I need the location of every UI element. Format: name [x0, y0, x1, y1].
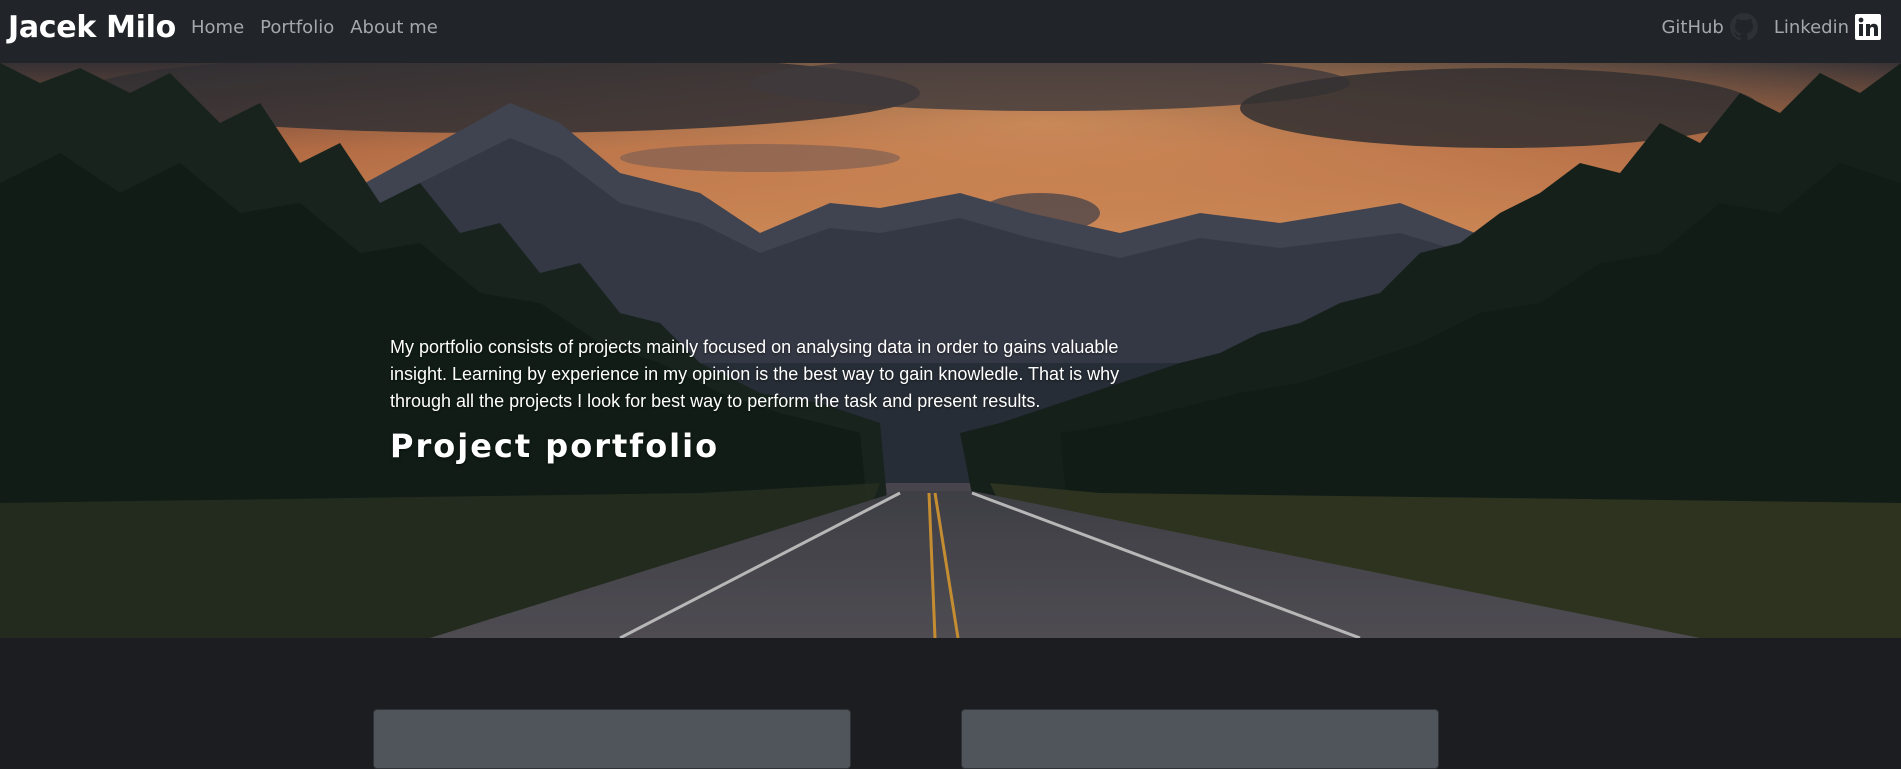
github-link-label: GitHub	[1661, 16, 1724, 38]
linkedin-link[interactable]: Linkedin	[1774, 14, 1881, 40]
github-icon	[1729, 13, 1758, 41]
linkedin-link-label: Linkedin	[1773, 16, 1849, 38]
nav-link-portfolio[interactable]: Portfolio	[260, 17, 334, 38]
external-links: GitHub Linkedin	[1645, 0, 1881, 54]
brand-logo[interactable]: Jacek Milo	[8, 10, 176, 45]
github-link[interactable]: GitHub	[1661, 13, 1758, 41]
hero-description: My portfolio consists of projects mainly…	[390, 337, 1120, 411]
project-cards	[0, 709, 1901, 769]
nav-link-about-me[interactable]: About me	[350, 17, 438, 38]
nav-links: Home Portfolio About me	[191, 0, 454, 54]
project-card[interactable]	[373, 709, 851, 769]
hero-title: Project portfolio	[390, 427, 720, 465]
hero-content: My portfolio consists of projects mainly…	[390, 334, 1150, 465]
navbar: Jacek Milo Home Portfolio About me GitHu…	[0, 0, 1901, 63]
nav-link-home[interactable]: Home	[191, 17, 244, 38]
hero-banner: My portfolio consists of projects mainly…	[0, 63, 1901, 638]
linkedin-icon	[1855, 14, 1881, 40]
project-card[interactable]	[961, 709, 1439, 769]
